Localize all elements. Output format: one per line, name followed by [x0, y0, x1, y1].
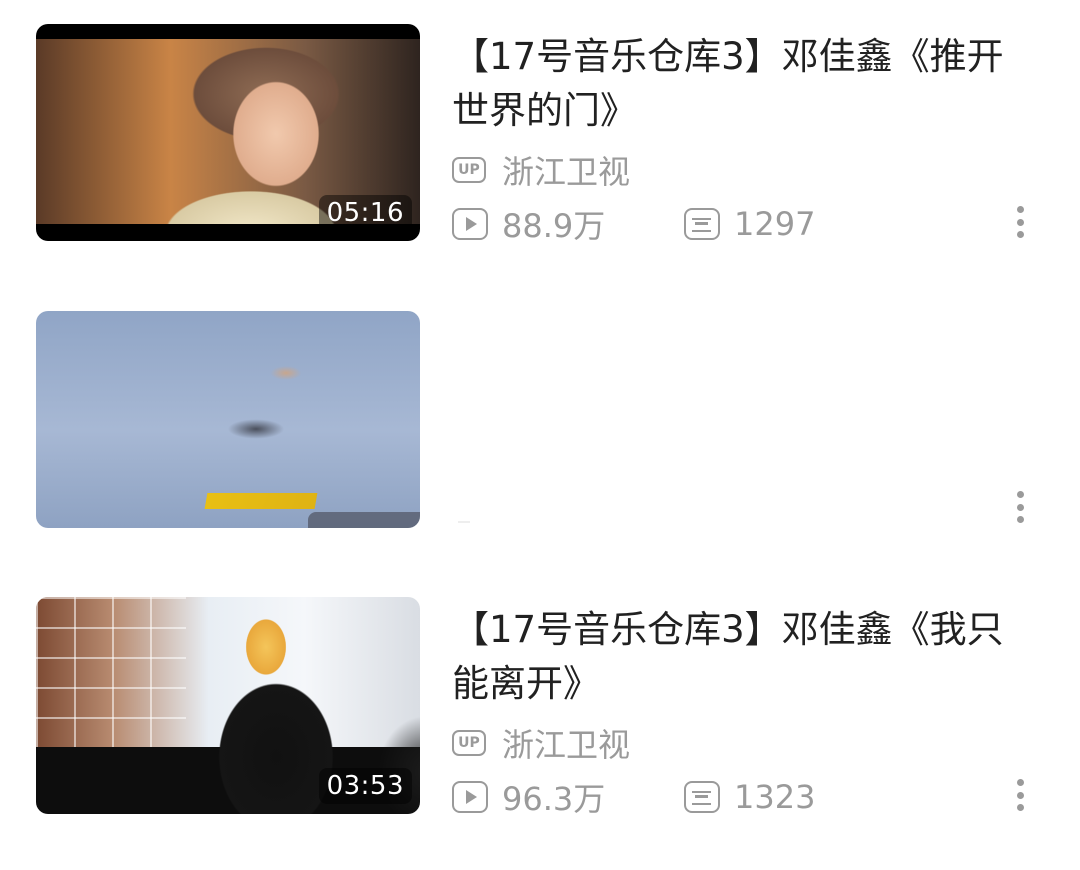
play-count-icon — [452, 208, 488, 240]
more-options-button[interactable] — [1008, 487, 1032, 527]
view-count: 96.3万 — [452, 774, 684, 820]
duration-badge: 03:53 — [318, 768, 412, 804]
play-count-icon — [452, 781, 488, 813]
video-title[interactable]: 【17号音乐仓库3】邓佳鑫《我只能离开》 — [452, 603, 1032, 711]
danmaku-count-value: 1297 — [734, 205, 816, 243]
uploader-name: 浙江卫视 — [502, 153, 631, 191]
more-vertical-icon — [1016, 779, 1024, 786]
danmaku-icon — [684, 208, 720, 240]
uploader-row[interactable]: UP 浙江卫视 — [452, 723, 1032, 764]
video-feed: 05:16 【17号音乐仓库3】邓佳鑫《推开世界的门》 UP 浙江卫视 88.9… — [0, 0, 1080, 870]
more-vertical-icon — [1016, 206, 1024, 213]
video-thumbnail[interactable] — [36, 311, 420, 528]
danmaku-icon — [684, 781, 720, 813]
video-card[interactable]: 05:16 【17号音乐仓库3】邓佳鑫《推开世界的门》 UP 浙江卫视 88.9… — [0, 24, 1080, 247]
placeholder-mark — [458, 521, 470, 523]
view-count: 88.9万 — [452, 201, 684, 247]
thumbnail-caption — [204, 493, 318, 509]
video-info: 【17号音乐仓库3】邓佳鑫《推开世界的门》 UP 浙江卫视 88.9万 1297 — [452, 30, 1032, 247]
video-info: 【17号音乐仓库3】邓佳鑫《我只能离开》 UP 浙江卫视 96.3万 1323 — [452, 603, 1032, 820]
video-thumbnail[interactable]: 05:16 — [36, 24, 420, 241]
video-thumbnail[interactable]: 03:53 — [36, 597, 420, 814]
danmaku-count: 1297 — [684, 205, 815, 243]
up-badge-icon: UP — [452, 157, 486, 183]
view-count-value: 96.3万 — [502, 780, 606, 818]
duration-badge — [308, 512, 420, 528]
danmaku-count: 1323 — [684, 778, 815, 816]
stats-row: 88.9万 1297 — [452, 201, 1032, 247]
more-vertical-icon — [1016, 491, 1024, 498]
danmaku-count-value: 1323 — [734, 778, 816, 816]
thumbnail-window — [36, 597, 186, 747]
up-badge-icon: UP — [452, 730, 486, 756]
stats-row: 96.3万 1323 — [452, 774, 1032, 820]
duration-badge: 05:16 — [318, 195, 412, 231]
video-title[interactable]: 【17号音乐仓库3】邓佳鑫《推开世界的门》 — [452, 30, 1032, 138]
video-card[interactable] — [0, 311, 1080, 529]
video-card[interactable]: 03:53 【17号音乐仓库3】邓佳鑫《我只能离开》 UP 浙江卫视 96.3万… — [0, 597, 1080, 820]
view-count-value: 88.9万 — [502, 207, 606, 245]
uploader-row[interactable]: UP 浙江卫视 — [452, 150, 1032, 191]
uploader-name: 浙江卫视 — [502, 726, 631, 764]
more-options-button[interactable] — [1008, 202, 1032, 242]
more-options-button[interactable] — [1008, 775, 1032, 815]
